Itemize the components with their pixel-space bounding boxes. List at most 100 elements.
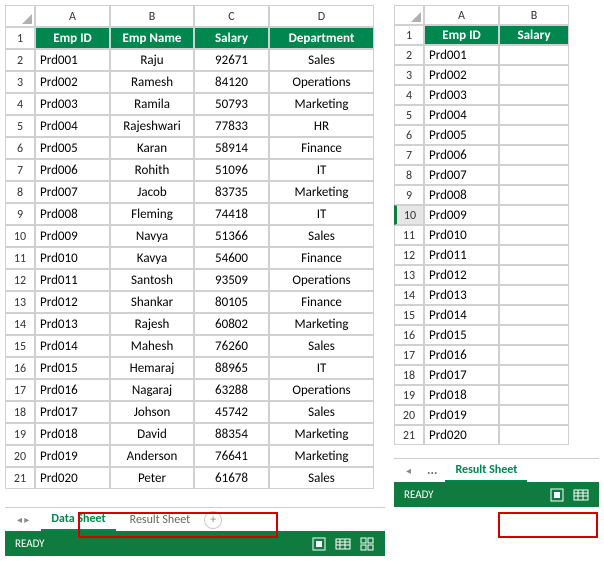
data-cell[interactable]: 77833: [194, 115, 269, 137]
data-cell[interactable]: 83735: [194, 181, 269, 203]
data-cell[interactable]: [499, 85, 569, 105]
data-cell[interactable]: Prd007: [424, 165, 499, 185]
tab-result-sheet[interactable]: Result Sheet: [445, 460, 527, 482]
data-cell[interactable]: Prd015: [35, 357, 110, 379]
data-cell[interactable]: IT: [269, 159, 374, 181]
row-header[interactable]: 7: [5, 159, 35, 181]
data-cell[interactable]: 58914: [194, 137, 269, 159]
row-header[interactable]: 9: [5, 203, 35, 225]
data-cell[interactable]: Prd006: [35, 159, 110, 181]
row-header[interactable]: 11: [5, 247, 35, 269]
data-cell[interactable]: Prd003: [35, 93, 110, 115]
data-cell[interactable]: Prd004: [424, 105, 499, 125]
view-normal-icon[interactable]: [573, 487, 589, 503]
macro-icon[interactable]: [549, 487, 565, 503]
column-header[interactable]: B: [499, 5, 569, 25]
data-cell[interactable]: [499, 385, 569, 405]
table-header-cell[interactable]: Department: [269, 27, 374, 49]
data-cell[interactable]: Prd018: [35, 423, 110, 445]
row-header[interactable]: 5: [394, 105, 424, 125]
data-cell[interactable]: [499, 45, 569, 65]
data-cell[interactable]: Prd001: [35, 49, 110, 71]
data-cell[interactable]: Prd009: [35, 225, 110, 247]
data-cell[interactable]: Rajesh: [110, 313, 194, 335]
row-header[interactable]: 13: [394, 265, 424, 285]
data-cell[interactable]: [499, 305, 569, 325]
data-cell[interactable]: Sales: [269, 335, 374, 357]
data-cell[interactable]: Marketing: [269, 93, 374, 115]
row-header[interactable]: 6: [394, 125, 424, 145]
row-header[interactable]: 13: [5, 291, 35, 313]
tab-data-sheet[interactable]: Data Sheet: [41, 509, 115, 531]
row-header[interactable]: 17: [394, 345, 424, 365]
data-cell[interactable]: Prd004: [35, 115, 110, 137]
data-cell[interactable]: 93509: [194, 269, 269, 291]
data-cell[interactable]: Kavya: [110, 247, 194, 269]
data-cell[interactable]: Prd019: [35, 445, 110, 467]
tab-nav-arrows[interactable]: ◂: [398, 464, 419, 477]
spreadsheet-grid-left[interactable]: ABCD1Emp IDEmp NameSalaryDepartment2Prd0…: [5, 5, 385, 489]
tab-result-sheet[interactable]: Result Sheet: [120, 510, 200, 530]
data-cell[interactable]: [499, 105, 569, 125]
data-cell[interactable]: Prd008: [424, 185, 499, 205]
data-cell[interactable]: Prd005: [424, 125, 499, 145]
row-header[interactable]: 21: [5, 467, 35, 489]
data-cell[interactable]: 84120: [194, 71, 269, 93]
data-cell[interactable]: Marketing: [269, 181, 374, 203]
data-cell[interactable]: Prd002: [424, 65, 499, 85]
data-cell[interactable]: 80105: [194, 291, 269, 313]
data-cell[interactable]: 60802: [194, 313, 269, 335]
data-cell[interactable]: Prd012: [424, 265, 499, 285]
row-header[interactable]: 9: [394, 185, 424, 205]
data-cell[interactable]: Prd013: [35, 313, 110, 335]
column-header[interactable]: D: [269, 5, 374, 27]
data-cell[interactable]: Fleming: [110, 203, 194, 225]
row-header[interactable]: 16: [394, 325, 424, 345]
data-cell[interactable]: Prd020: [35, 467, 110, 489]
data-cell[interactable]: Prd020: [424, 425, 499, 445]
column-header[interactable]: B: [110, 5, 194, 27]
row-header[interactable]: 11: [394, 225, 424, 245]
row-header[interactable]: 21: [394, 425, 424, 445]
data-cell[interactable]: [499, 165, 569, 185]
row-header[interactable]: 3: [394, 65, 424, 85]
data-cell[interactable]: 76260: [194, 335, 269, 357]
data-cell[interactable]: Jacob: [110, 181, 194, 203]
row-header[interactable]: 12: [5, 269, 35, 291]
row-header[interactable]: 18: [394, 365, 424, 385]
data-cell[interactable]: Rajeshwari: [110, 115, 194, 137]
data-cell[interactable]: 74418: [194, 203, 269, 225]
data-cell[interactable]: Prd012: [35, 291, 110, 313]
data-cell[interactable]: Prd010: [424, 225, 499, 245]
data-cell[interactable]: Sales: [269, 467, 374, 489]
data-cell[interactable]: Prd005: [35, 137, 110, 159]
table-header-cell[interactable]: Salary: [194, 27, 269, 49]
data-cell[interactable]: Prd010: [35, 247, 110, 269]
data-cell[interactable]: Prd013: [424, 285, 499, 305]
row-header[interactable]: 8: [394, 165, 424, 185]
data-cell[interactable]: Prd009: [424, 205, 499, 225]
row-header[interactable]: 8: [5, 181, 35, 203]
data-cell[interactable]: Operations: [269, 269, 374, 291]
data-cell[interactable]: [499, 185, 569, 205]
data-cell[interactable]: 63288: [194, 379, 269, 401]
data-cell[interactable]: Prd002: [35, 71, 110, 93]
data-cell[interactable]: Navya: [110, 225, 194, 247]
row-header[interactable]: 10: [5, 225, 35, 247]
data-cell[interactable]: HR: [269, 115, 374, 137]
data-cell[interactable]: Raju: [110, 49, 194, 71]
data-cell[interactable]: Ramesh: [110, 71, 194, 93]
row-header[interactable]: 12: [394, 245, 424, 265]
column-header[interactable]: C: [194, 5, 269, 27]
add-sheet-button[interactable]: +: [204, 511, 222, 529]
row-header[interactable]: 3: [5, 71, 35, 93]
row-header[interactable]: 10: [394, 205, 424, 225]
data-cell[interactable]: Marketing: [269, 423, 374, 445]
table-header-cell[interactable]: Emp ID: [35, 27, 110, 49]
data-cell[interactable]: [499, 285, 569, 305]
data-cell[interactable]: [499, 345, 569, 365]
row-header[interactable]: 16: [5, 357, 35, 379]
data-cell[interactable]: Prd006: [424, 145, 499, 165]
data-cell[interactable]: IT: [269, 203, 374, 225]
row-header[interactable]: 15: [394, 305, 424, 325]
